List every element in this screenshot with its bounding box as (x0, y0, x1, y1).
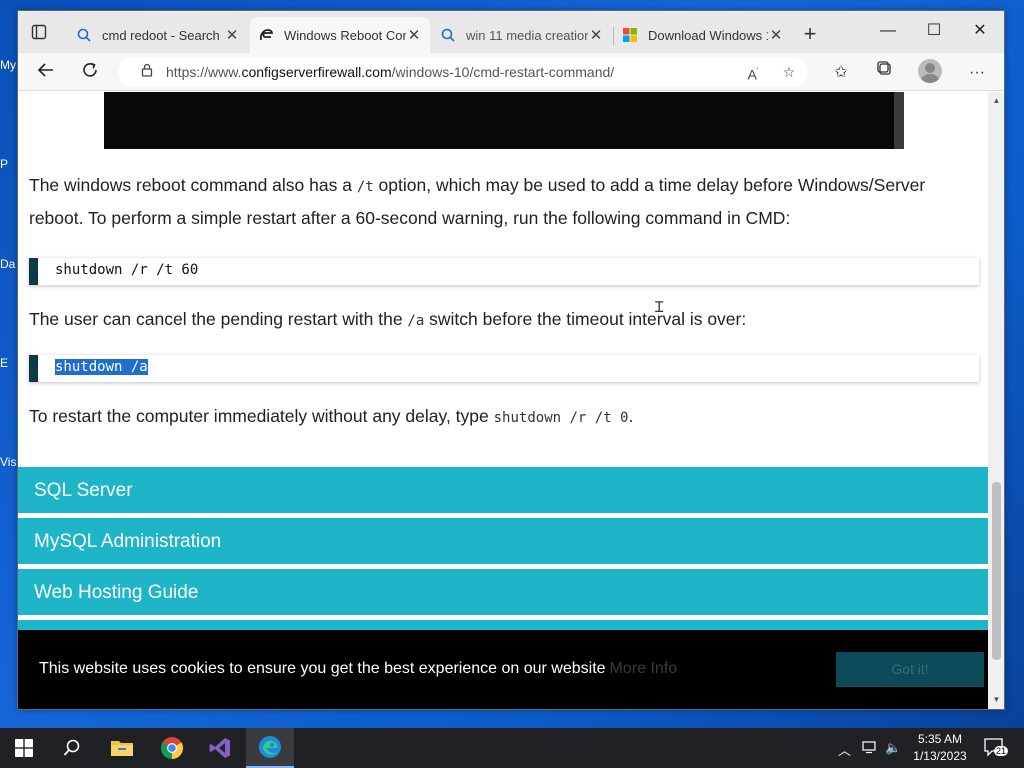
paragraph-cancel: The user can cancel the pending restart … (29, 309, 747, 329)
chrome-icon (161, 737, 183, 759)
close-tab-icon[interactable]: ✕ (768, 26, 784, 44)
category-link[interactable]: Web Hosting Guide (18, 569, 988, 615)
add-favorite-icon[interactable]: ☆ (776, 59, 802, 85)
close-window-button[interactable]: ✕ (957, 11, 1003, 51)
paragraph-immediate: To restart the computer immediately with… (29, 406, 634, 426)
back-button[interactable] (32, 59, 60, 87)
search-icon (440, 27, 456, 43)
system-clock[interactable]: 5:35 AM 1/13/2023 (905, 731, 975, 765)
desktop-icon-label[interactable]: Da (0, 257, 18, 271)
profile-avatar[interactable] (918, 59, 942, 83)
clock-date: 1/13/2023 (913, 749, 967, 763)
windows-logo-icon (15, 739, 33, 757)
desktop-icon-label[interactable]: Vis (0, 455, 18, 469)
volume-icon[interactable]: 🔈 (885, 740, 901, 756)
scroll-up-icon[interactable]: ▲ (988, 96, 1004, 108)
tab-search[interactable]: cmd redoot - Search ✕ (68, 17, 248, 53)
address-toolbar: https://www.configserverfirewall.com/win… (18, 53, 1004, 91)
code-text: shutdown /r /t 60 (55, 262, 199, 278)
tab-actions-icon (31, 24, 47, 40)
text-cursor-icon: Ɪ (655, 299, 664, 316)
code-text-selected: shutdown /a (55, 359, 148, 375)
desktop-icon-label[interactable]: E (0, 356, 18, 370)
site-favicon-icon (258, 27, 274, 43)
visual-studio-button[interactable] (196, 728, 244, 768)
scroll-thumb[interactable] (992, 482, 1001, 660)
tab-win11-search[interactable]: win 11 media creation ✕ (432, 17, 612, 53)
tab-label: Download Windows 1 (648, 27, 768, 43)
tab-windows-reboot[interactable]: Windows Reboot Con ✕ (250, 17, 430, 53)
notification-center-icon[interactable]: 21 (983, 736, 1009, 761)
lock-icon[interactable] (138, 63, 156, 81)
back-arrow-icon (37, 63, 53, 77)
settings-more-icon[interactable]: ··· (963, 59, 991, 87)
search-icon (63, 739, 80, 756)
microsoft-logo-icon (622, 27, 638, 43)
tab-label: win 11 media creation (466, 27, 588, 43)
category-link[interactable]: MySQL Administration (18, 518, 988, 564)
code-block[interactable]: shutdown /a (29, 355, 979, 382)
maximize-button[interactable]: ☐ (911, 11, 957, 51)
edge-icon (259, 736, 281, 758)
page-scrollbar[interactable]: ▲ ▼ (988, 92, 1004, 709)
desktop-icon-label[interactable]: My (0, 58, 18, 72)
url-text: https://www.configserverfirewall.com/win… (166, 64, 615, 80)
show-hidden-icons[interactable]: ︿ (838, 740, 851, 759)
folder-icon (111, 741, 133, 756)
embedded-video[interactable] (104, 92, 904, 149)
file-explorer-button[interactable] (98, 728, 146, 768)
new-tab-button[interactable]: + (796, 21, 824, 49)
notification-count: 21 (994, 746, 1009, 756)
visual-studio-icon (209, 738, 230, 758)
video-scrollbar[interactable] (894, 92, 904, 149)
search-button[interactable] (48, 728, 96, 768)
taskbar: ︿ 🔈 5:35 AM 1/13/2023 21 (0, 728, 1024, 768)
tab-label: cmd redoot - Search (102, 27, 220, 43)
scroll-down-icon[interactable]: ▼ (988, 695, 1004, 707)
close-tab-icon[interactable]: ✕ (406, 26, 422, 44)
read-aloud-icon[interactable]: Aʼ (740, 59, 766, 85)
cookie-banner: This website uses cookies to ensure you … (18, 630, 988, 709)
browser-window: cmd redoot - Search ✕ Windows Reboot Con… (17, 10, 1005, 710)
cookie-message: This website uses cookies to ensure you … (39, 660, 678, 677)
refresh-icon (83, 62, 97, 77)
favorites-icon[interactable]: ✩ (827, 59, 855, 87)
code-block[interactable]: shutdown /r /t 60 (29, 258, 979, 285)
more-info-link[interactable]: More Info (610, 660, 678, 677)
paragraph-timeout: The windows reboot command also has a /t… (29, 175, 926, 228)
close-tab-icon[interactable]: ✕ (224, 26, 240, 44)
chrome-button[interactable] (148, 728, 196, 768)
edge-button[interactable] (246, 728, 294, 768)
refresh-button[interactable] (76, 59, 104, 87)
category-link[interactable]: SQL Server (18, 467, 988, 513)
network-icon[interactable] (862, 740, 878, 757)
url-field[interactable]: https://www.configserverfirewall.com/win… (118, 57, 808, 87)
got-it-button[interactable]: Got it! (836, 652, 984, 687)
tab-actions-button[interactable] (24, 19, 54, 45)
minimize-button[interactable]: — (865, 11, 911, 51)
page-viewport: The windows reboot command also has a /t… (18, 92, 988, 709)
tab-bar: cmd redoot - Search ✕ Windows Reboot Con… (18, 11, 1004, 53)
clock-time: 5:35 AM (917, 732, 963, 746)
close-tab-icon[interactable]: ✕ (588, 26, 604, 44)
tab-download-windows[interactable]: Download Windows 1 ✕ (614, 17, 792, 53)
desktop-icon-label[interactable]: P (0, 157, 18, 171)
start-button[interactable] (0, 728, 48, 768)
tab-label: Windows Reboot Con (284, 27, 406, 43)
collections-icon[interactable] (871, 59, 899, 87)
search-icon (76, 27, 92, 43)
